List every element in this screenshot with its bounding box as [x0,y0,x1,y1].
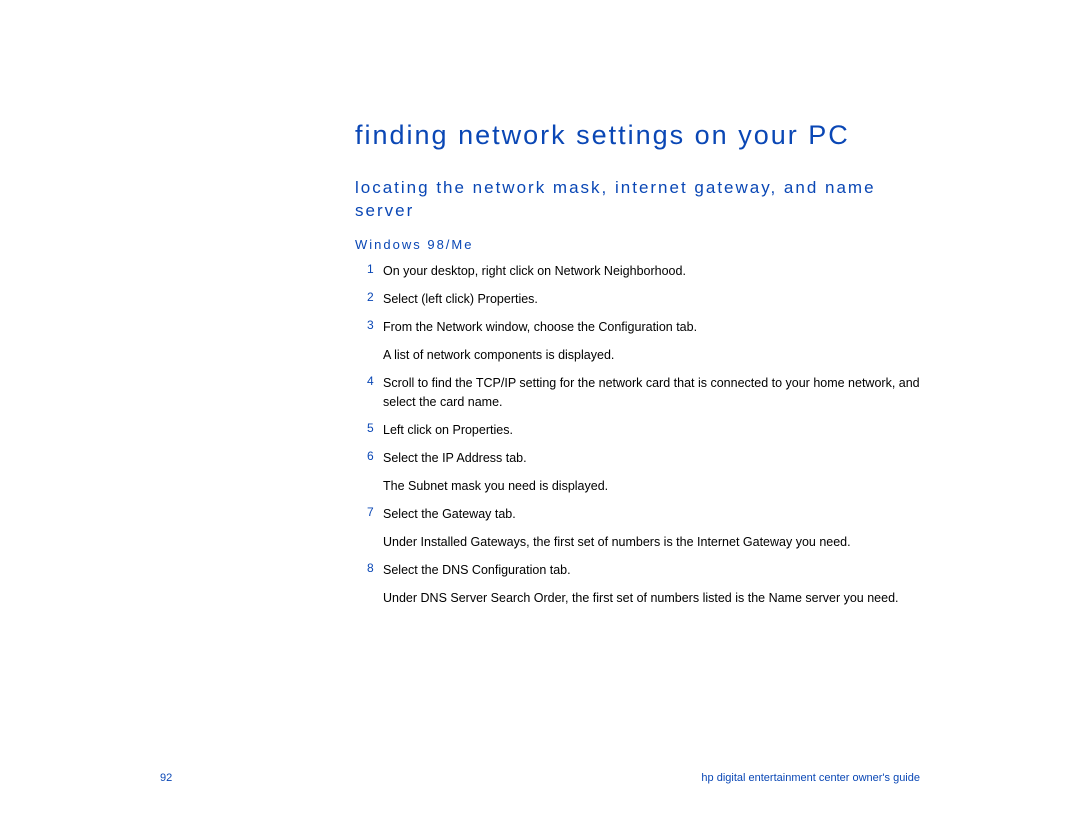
step-text: From the Network window, choose the Conf… [383,318,697,336]
step-text: Select the IP Address tab. [383,449,608,467]
step-number: 5 [355,421,383,435]
step-number: 4 [355,374,383,388]
step-number: 1 [355,262,383,276]
list-item: 8 Select the DNS Configuration tab. Unde… [355,561,925,607]
list-item: 5 Left click on Properties. [355,421,925,439]
list-item: 2 Select (left click) Properties. [355,290,925,308]
step-body: On your desktop, right click on Network … [383,262,686,280]
step-text: Select the Gateway tab. [383,505,851,523]
list-item: 4 Scroll to find the TCP/IP setting for … [355,374,925,410]
step-number: 6 [355,449,383,463]
step-body: Select (left click) Properties. [383,290,538,308]
step-text: On your desktop, right click on Network … [383,262,686,280]
step-body: Scroll to find the TCP/IP setting for th… [383,374,925,410]
list-item: 3 From the Network window, choose the Co… [355,318,925,364]
page-footer: 92 hp digital entertainment center owner… [160,772,920,784]
step-number: 2 [355,290,383,304]
document-page: finding network settings on your PC loca… [0,0,1080,834]
list-item: 1 On your desktop, right click on Networ… [355,262,925,280]
list-item: 6 Select the IP Address tab. The Subnet … [355,449,925,495]
main-content: finding network settings on your PC loca… [355,120,925,618]
step-text: Under DNS Server Search Order, the first… [383,589,899,607]
page-number: 92 [160,772,172,784]
step-body: Select the DNS Configuration tab. Under … [383,561,899,607]
os-heading: Windows 98/Me [355,237,925,252]
step-body: From the Network window, choose the Conf… [383,318,697,364]
step-text: A list of network components is displaye… [383,346,697,364]
step-number: 8 [355,561,383,575]
page-title: finding network settings on your PC [355,120,925,151]
step-body: Left click on Properties. [383,421,513,439]
step-body: Select the Gateway tab. Under Installed … [383,505,851,551]
step-body: Select the IP Address tab. The Subnet ma… [383,449,608,495]
step-number: 3 [355,318,383,332]
guide-title: hp digital entertainment center owner's … [701,772,920,784]
step-number: 7 [355,505,383,519]
section-heading: locating the network mask, internet gate… [355,177,925,223]
step-text: Select (left click) Properties. [383,290,538,308]
step-text: Under Installed Gateways, the first set … [383,533,851,551]
step-text: Left click on Properties. [383,421,513,439]
step-text: Scroll to find the TCP/IP setting for th… [383,374,925,410]
list-item: 7 Select the Gateway tab. Under Installe… [355,505,925,551]
step-text: Select the DNS Configuration tab. [383,561,899,579]
step-text: The Subnet mask you need is displayed. [383,477,608,495]
step-list: 1 On your desktop, right click on Networ… [355,262,925,608]
